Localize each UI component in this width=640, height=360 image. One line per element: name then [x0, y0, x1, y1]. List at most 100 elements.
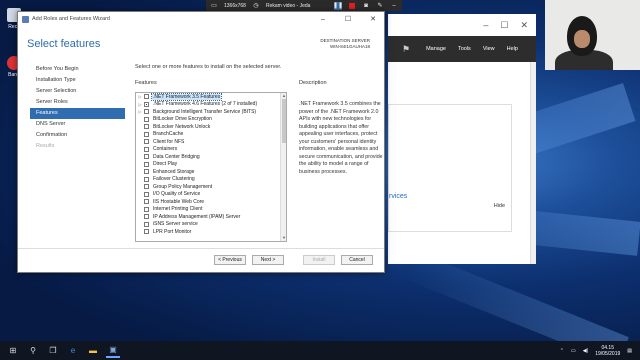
clock-date: 19/05/2019	[595, 350, 621, 357]
feature-row[interactable]: ▷ .NET Framework 3.5 Features	[136, 93, 286, 101]
feature-checkbox[interactable]	[144, 116, 149, 122]
feature-row[interactable]: ▷ Background Intelligent Transfer Service…	[136, 108, 286, 116]
feature-checkbox[interactable]	[144, 214, 149, 220]
maximize-icon[interactable]: ☐	[500, 20, 508, 31]
feature-checkbox[interactable]	[144, 184, 149, 190]
instruction-text: Select one or more features to install o…	[135, 64, 282, 70]
feature-row[interactable]: Group Policy Management	[136, 183, 286, 191]
feature-row[interactable]: LPR Port Monitor	[136, 228, 286, 236]
feature-checkbox[interactable]	[144, 206, 149, 212]
feature-row[interactable]: Enhanced Storage	[136, 168, 286, 176]
feature-checkbox[interactable]	[144, 101, 149, 107]
wizard-header: Select features DESTINATION SERVER WIN-8…	[18, 26, 384, 62]
nav-item-results: Results	[36, 143, 55, 149]
network-icon[interactable]: ▭	[571, 348, 576, 354]
feature-row[interactable]: IP Address Management (IPAM) Server	[136, 213, 286, 221]
nav-item-dns-server[interactable]: DNS Server	[30, 119, 125, 130]
feature-label: Containers	[153, 146, 178, 153]
feature-checkbox[interactable]	[144, 176, 149, 182]
server-manager-icon[interactable]: ▣	[106, 344, 120, 358]
nav-item-server-selection[interactable]: Server Selection	[30, 86, 125, 97]
edge-browser-icon[interactable]: e	[66, 344, 80, 358]
feature-row[interactable]: I/O Quality of Service	[136, 191, 286, 199]
feature-checkbox[interactable]	[144, 169, 149, 175]
menu-view[interactable]: View	[483, 46, 495, 52]
feature-checkbox[interactable]	[144, 94, 149, 100]
volume-icon[interactable]: ◀)	[583, 348, 589, 354]
feature-checkbox[interactable]	[144, 109, 149, 115]
previous-button[interactable]: < Previous	[214, 255, 246, 265]
maximize-icon[interactable]: ☐	[337, 12, 359, 26]
menu-help[interactable]: Help	[507, 46, 518, 52]
feature-row[interactable]: BitLocker Drive Encryption	[136, 116, 286, 124]
feature-label: iSNS Server service	[153, 221, 198, 228]
feature-checkbox[interactable]	[144, 146, 149, 152]
file-explorer-icon[interactable]: ▬	[86, 344, 100, 358]
feature-row[interactable]: Internet Printing Client	[136, 206, 286, 214]
feature-label: .NET Framework 3.5 Features	[150, 93, 223, 101]
feature-checkbox[interactable]	[144, 154, 149, 160]
windows-start-icon[interactable]: ⊞	[6, 344, 20, 358]
flag-icon[interactable]: ⚑	[402, 44, 410, 55]
feature-checkbox[interactable]	[144, 124, 149, 130]
feature-row[interactable]: Failover Clustering	[136, 176, 286, 184]
next-button[interactable]: Next >	[252, 255, 284, 265]
scrollbar-thumb[interactable]	[282, 99, 286, 143]
feature-row[interactable]: Data Center Bridging	[136, 153, 286, 161]
camera-icon[interactable]: ◙	[362, 2, 370, 10]
features-tree[interactable]: ▷ .NET Framework 3.5 Features ▷ .NET Framew…	[135, 92, 287, 242]
feature-checkbox[interactable]	[144, 221, 149, 227]
expand-icon[interactable]: ▷	[136, 102, 144, 107]
search-icon[interactable]: ⚲	[26, 344, 40, 358]
feature-checkbox[interactable]	[144, 139, 149, 145]
pause-icon[interactable]: ❚❚	[333, 1, 343, 10]
minimize-icon[interactable]: –	[390, 2, 398, 10]
feature-row[interactable]: BranchCache	[136, 131, 286, 139]
menu-tools[interactable]: Tools	[458, 46, 471, 52]
cancel-button[interactable]: Cancel	[341, 255, 373, 265]
minimize-icon[interactable]: –	[312, 12, 334, 26]
feature-row[interactable]: Direct Play	[136, 161, 286, 169]
nav-item-confirmation[interactable]: Confirmation	[30, 130, 125, 141]
nav-item-server-roles[interactable]: Server Roles	[30, 97, 125, 108]
feature-row[interactable]: Client for NFS	[136, 138, 286, 146]
feature-checkbox[interactable]	[144, 191, 149, 197]
notification-icon[interactable]: ▤	[627, 348, 632, 354]
minimize-icon[interactable]: –	[483, 20, 488, 30]
feature-checkbox[interactable]	[144, 131, 149, 137]
nav-item-features[interactable]: Features	[30, 108, 125, 119]
pencil-icon[interactable]: ✎	[376, 2, 384, 10]
feature-checkbox[interactable]	[144, 199, 149, 205]
feature-label: Client for NFS	[153, 138, 185, 145]
expand-icon[interactable]: ▷	[136, 94, 144, 99]
feature-row[interactable]: ▷ .NET Framework 4.6 Features (2 of 7 ins…	[136, 101, 286, 109]
scrollbar[interactable]	[530, 62, 536, 264]
stop-icon[interactable]	[348, 2, 356, 10]
feature-row[interactable]: iSNS Server service	[136, 221, 286, 229]
clock[interactable]: 04.15 19/05/2019	[595, 345, 620, 357]
close-icon[interactable]: ✕	[362, 12, 384, 26]
feature-checkbox[interactable]	[144, 161, 149, 167]
feature-row[interactable]: BitLocker Network Unlock	[136, 123, 286, 131]
feature-label: Failover Clustering	[153, 176, 195, 183]
nav-item-installation-type[interactable]: Installation Type	[30, 75, 125, 86]
menu-manage[interactable]: Manage	[426, 46, 446, 52]
expand-icon[interactable]: ▷	[136, 109, 144, 114]
services-link[interactable]: rvices	[389, 193, 407, 200]
nav-item-before-you-begin[interactable]: Before You Begin	[30, 64, 125, 75]
chevron-up-icon[interactable]: ⌃	[560, 348, 564, 354]
feature-label: IP Address Management (IPAM) Server	[153, 213, 241, 220]
feature-row[interactable]: Containers	[136, 146, 286, 154]
scrollbar[interactable]: ▲ ▼	[280, 93, 286, 241]
feature-label: IIS Hostable Web Core	[153, 198, 205, 205]
scroll-down-icon[interactable]: ▼	[281, 235, 286, 241]
feature-row[interactable]: IIS Hostable Web Core	[136, 198, 286, 206]
feature-label: BranchCache	[153, 131, 184, 138]
task-view-icon[interactable]: ❐	[46, 344, 60, 358]
feature-checkbox[interactable]	[144, 229, 149, 235]
wizard-app-icon	[22, 15, 29, 23]
webcam-person-face	[574, 30, 590, 48]
close-icon[interactable]: ✕	[520, 20, 528, 31]
hide-link[interactable]: Hide	[494, 203, 505, 209]
add-roles-wizard-window: Add Roles and Features Wizard – ☐ ✕ Sele…	[17, 11, 385, 273]
